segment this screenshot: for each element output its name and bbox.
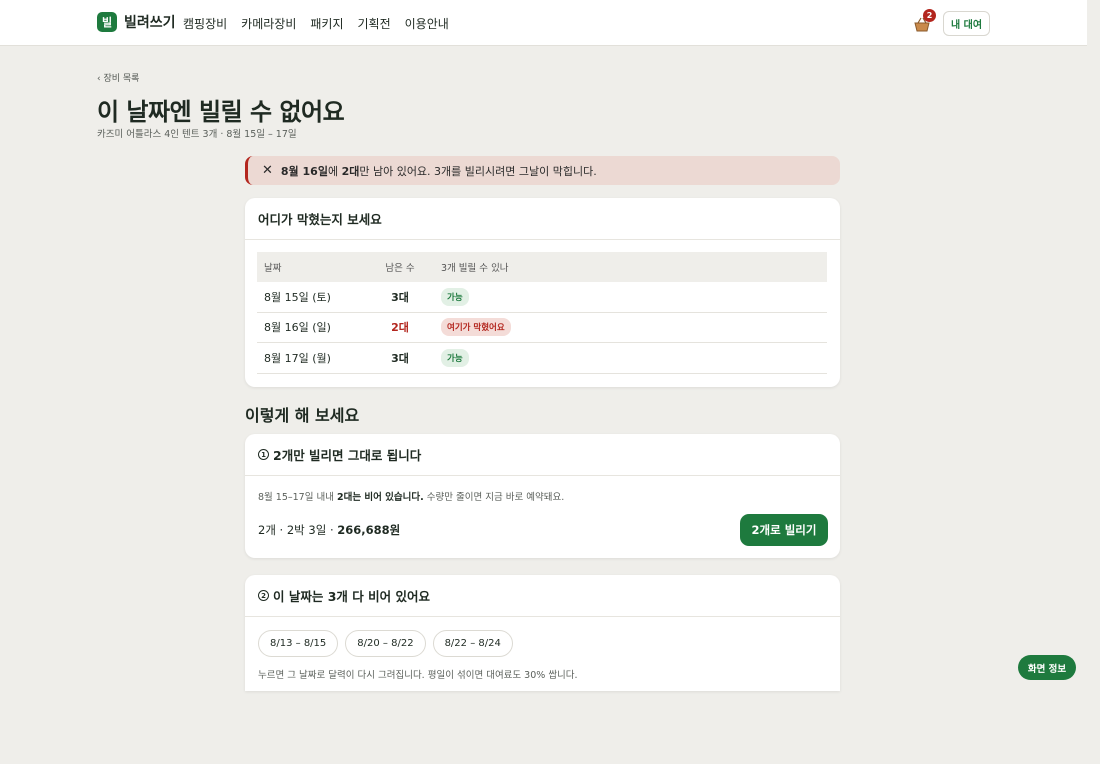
option-description: 8월 15–17일 내내 2대는 비어 있습니다. 수량만 줄이면 지금 바로 … <box>258 489 564 503</box>
option-card-alternate-dates: 2 이 날짜는 3개 다 비어 있어요 8/13 – 8/15 8/20 – 8… <box>245 575 840 691</box>
number-2-icon: 2 <box>258 590 269 601</box>
table-header: 날짜 남은 수 3개 빌릴 수 있나 <box>257 252 827 282</box>
column-header-remaining: 남은 수 <box>385 263 415 274</box>
option-heading: 1 2개만 빌리면 그대로 됩니다 <box>245 434 840 476</box>
alert-text-1: 에 <box>327 164 342 178</box>
nav-item-guide[interactable]: 이용안내 <box>405 15 449 32</box>
number-1-icon: 1 <box>258 449 269 460</box>
page-subtitle: 카즈미 어틀라스 4인 텐트 3개 · 8월 15일 – 17일 <box>97 129 297 140</box>
row-date: 8월 16일 (일) <box>264 321 331 335</box>
availability-heading: 어디가 막혔는지 보세요 <box>245 198 840 240</box>
availability-table: 날짜 남은 수 3개 빌릴 수 있나 8월 15일 (토) 3대 가능 8월 1… <box>257 252 827 374</box>
cart-button[interactable]: 2 <box>913 9 936 34</box>
column-header-status: 3개 빌릴 수 있나 <box>441 263 509 274</box>
page-title: 이 날짜엔 빌릴 수 없어요 <box>97 98 345 126</box>
nav-item-package[interactable]: 패키지 <box>310 15 343 32</box>
chips-description: 누르면 그 날짜로 달력이 다시 그려집니다. 평일이 섞이면 대여료도 30%… <box>258 670 578 681</box>
date-chips: 8/13 – 8/15 8/20 – 8/22 8/22 – 8/24 <box>258 630 513 657</box>
my-rental-button[interactable]: 내 대여 <box>943 11 990 36</box>
option-heading-text: 이 날짜는 3개 다 비어 있어요 <box>273 589 430 604</box>
top-navigation-bar: 빌 빌려쓰기 캠핑장비 카메라장비 패키지 기획전 이용안내 2 내 대여 <box>0 0 1087 46</box>
availability-card: 어디가 막혔는지 보세요 날짜 남은 수 3개 빌릴 수 있나 8월 15일 (… <box>245 198 840 387</box>
logo-mark: 빌 <box>97 12 117 32</box>
logo[interactable]: 빌 빌려쓰기 <box>97 12 176 32</box>
option-desc-text-2: 수량만 줄이면 지금 바로 예약돼요. <box>423 492 565 503</box>
status-badge: 여기가 막혔어요 <box>441 318 511 337</box>
price-amount: 266,688원 <box>337 523 401 537</box>
option-heading-text: 2개만 빌리면 그대로 됩니다 <box>273 448 422 463</box>
close-icon: ✕ <box>262 163 273 178</box>
row-date: 8월 17일 (월) <box>264 351 331 365</box>
row-remaining: 3대 <box>391 290 409 304</box>
table-row: 8월 15일 (토) 3대 가능 <box>257 282 827 313</box>
main-nav: 캠핑장비 카메라장비 패키지 기획전 이용안내 <box>183 15 449 32</box>
option-desc-text: 8월 15–17일 내내 <box>258 492 337 503</box>
nav-item-camera[interactable]: 카메라장비 <box>241 15 296 32</box>
option-card-reduce-quantity: 1 2개만 빌리면 그대로 됩니다 8월 15–17일 내내 2대는 비어 있습… <box>245 434 840 558</box>
rent-two-button[interactable]: 2개로 빌리기 <box>740 514 828 546</box>
back-to-list-link[interactable]: ‹ 장비 목록 <box>97 71 139 84</box>
date-chip[interactable]: 8/22 – 8/24 <box>432 630 513 657</box>
option-price: 2개 · 2박 3일 · 266,688원 <box>258 522 400 538</box>
row-remaining: 2대 <box>391 321 409 335</box>
option-heading: 2 이 날짜는 3개 다 비어 있어요 <box>245 575 840 617</box>
date-chip[interactable]: 8/13 – 8/15 <box>258 630 339 657</box>
suggestions-title: 이렇게 해 보세요 <box>245 406 360 425</box>
date-chip[interactable]: 8/20 – 8/22 <box>345 630 426 657</box>
screen-info-button[interactable]: 화면 정보 <box>1018 655 1076 680</box>
nav-item-exhibition[interactable]: 기획전 <box>358 15 391 32</box>
alert-message: 8월 16일에 2대만 남아 있어요. 3개를 빌리시려면 그날이 막힙니다. <box>281 163 597 179</box>
table-row: 8월 16일 (일) 2대 여기가 막혔어요 <box>257 313 827 343</box>
table-row: 8월 17일 (월) 3대 가능 <box>257 343 827 374</box>
status-badge: 가능 <box>441 287 469 306</box>
error-alert: ✕ 8월 16일에 2대만 남아 있어요. 3개를 빌리시려면 그날이 막힙니다… <box>245 156 840 185</box>
option-desc-bold: 2대는 비어 있습니다. <box>337 492 424 503</box>
alert-date: 8월 16일 <box>280 164 328 178</box>
column-header-date: 날짜 <box>264 263 282 274</box>
logo-text: 빌려쓰기 <box>124 15 176 31</box>
price-prefix: 2개 · 2박 3일 · <box>258 523 338 537</box>
nav-item-camping[interactable]: 캠핑장비 <box>183 15 227 32</box>
alert-text-2: 만 남아 있어요. 3개를 빌리시려면 그날이 막힙니다. <box>359 164 597 178</box>
cart-count-badge: 2 <box>923 9 936 22</box>
status-badge: 가능 <box>441 348 469 367</box>
row-date: 8월 15일 (토) <box>264 290 331 304</box>
alert-count: 2대 <box>341 164 360 178</box>
row-remaining: 3대 <box>391 351 409 365</box>
